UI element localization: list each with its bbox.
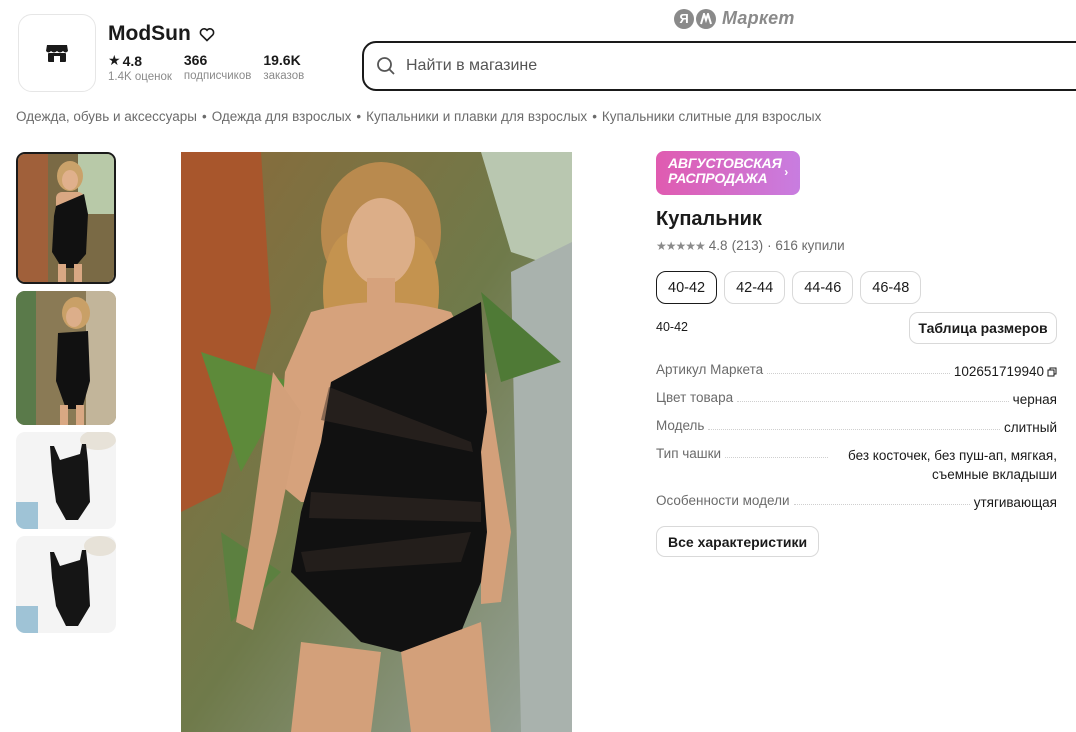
size-option-46-48[interactable]: 46-48	[860, 271, 922, 304]
promo-badge[interactable]: АВГУСТОВСКАЯ РАСПРОДАЖА ›	[656, 151, 800, 195]
spec-key: Цвет товара	[656, 390, 734, 405]
spec-key: Модель	[656, 418, 705, 433]
heart-icon[interactable]	[199, 27, 215, 42]
thumbnail-3-image	[16, 432, 116, 529]
article-number: 102651719940	[953, 364, 1044, 379]
spec-leader	[725, 446, 828, 458]
shop-orders-value: 19.6K	[263, 52, 301, 68]
spec-key: Особенности модели	[656, 493, 790, 508]
thumbnail-4-image	[16, 536, 116, 633]
spec-row: Артикул Маркета 102651719940	[656, 362, 1057, 381]
chevron-right-icon: ›	[784, 165, 788, 179]
thumbnail-1-image	[18, 154, 114, 282]
bought-count: · 616 купили	[767, 238, 845, 253]
spec-row: Тип чашки без косточек, без пуш-ап, мягк…	[656, 446, 1057, 484]
rating-value: 4.8	[708, 238, 728, 253]
breadcrumb-item[interactable]: Купальники и плавки для взрослых	[366, 109, 587, 124]
shop-subscribers-value: 366	[183, 52, 208, 68]
shop-name[interactable]: ModSun	[108, 22, 191, 46]
size-table-button[interactable]: Таблица размеров	[909, 312, 1057, 344]
spec-value: слитный	[1003, 420, 1057, 435]
shop-rating-stat: ★ 4.8 1.4K оценок	[108, 52, 172, 83]
shop-awning-icon	[46, 45, 68, 62]
main-product-photo[interactable]	[181, 152, 572, 732]
product-specs: Артикул Маркета 102651719940 Цвет товара…	[656, 362, 1057, 521]
thumbnail-4[interactable]	[16, 536, 116, 633]
search-input[interactable]: Найти в магазине	[362, 41, 1076, 91]
market-m-icon	[696, 8, 716, 29]
selected-size-label: 40-42	[656, 320, 688, 334]
spec-value: 102651719940	[954, 362, 1057, 381]
shop-subscribers-stat: 366 подписчиков	[184, 52, 251, 83]
star-icon: ★	[108, 52, 121, 68]
product-title: Купальник	[656, 208, 762, 230]
breadcrumb: Одежда, обувь и аксессуары • Одежда для вз…	[16, 109, 821, 124]
main-product-image	[181, 152, 572, 732]
breadcrumb-item[interactable]: Одежда для взрослых	[212, 109, 352, 124]
spec-leader	[767, 362, 950, 374]
spec-value: без косточек, без пуш-ап, мягкая, съемны…	[848, 448, 1057, 482]
spec-value: утягивающая	[973, 495, 1057, 510]
market-ya-icon: Я	[674, 8, 694, 29]
shop-name-row: ModSun	[108, 22, 215, 46]
market-name: Маркет	[722, 8, 795, 28]
product-rating[interactable]: ★★★★★ 4.8 (213) · 616 купили	[656, 238, 845, 253]
search-placeholder: Найти в магазине	[406, 57, 538, 74]
size-selector: 40-42 42-44 44-46 46-48	[656, 271, 922, 304]
promo-line-1: АВГУСТОВСКАЯ	[668, 155, 782, 171]
rating-stars-icon: ★★★★★	[656, 238, 706, 253]
spec-key: Артикул Маркета	[656, 362, 764, 377]
thumbnail-3[interactable]	[16, 432, 116, 529]
copy-icon[interactable]	[1047, 367, 1057, 377]
breadcrumb-item[interactable]: Одежда, обувь и аксессуары	[16, 109, 197, 124]
reviews-count: (213)	[731, 238, 764, 253]
thumbnail-2[interactable]	[16, 291, 116, 425]
shop-orders-label: заказов	[263, 70, 305, 82]
shop-orders-stat: 19.6K заказов	[263, 52, 304, 83]
shop-rating-label: 1.4K оценок	[108, 71, 172, 83]
thumbnail-1[interactable]	[16, 152, 116, 284]
spec-key: Тип чашки	[656, 446, 722, 461]
spec-row: Цвет товара черная	[656, 390, 1057, 409]
shop-stats: ★ 4.8 1.4K оценок 366 подписчиков 19.6K з…	[108, 52, 304, 83]
all-specs-button[interactable]: Все характеристики	[656, 526, 820, 557]
size-option-42-44[interactable]: 42-44	[724, 271, 786, 304]
breadcrumb-separator: •	[592, 109, 597, 124]
spec-leader	[793, 493, 970, 505]
spec-row: Модель слитный	[656, 418, 1057, 437]
breadcrumb-separator: •	[356, 109, 362, 124]
spec-leader	[708, 418, 1000, 430]
size-option-44-46[interactable]: 44-46	[792, 271, 854, 304]
spec-leader	[737, 390, 1009, 402]
shop-rating-value: 4.8	[122, 52, 143, 69]
search-icon	[377, 57, 395, 75]
thumbnail-list	[16, 152, 117, 640]
breadcrumb-separator: •	[201, 109, 207, 124]
breadcrumb-item[interactable]: Купальники слитные для взрослых	[602, 109, 821, 124]
shop-subscribers-label: подписчиков	[183, 70, 252, 82]
market-logo[interactable]: Я Маркет	[674, 8, 795, 29]
spec-value: черная	[1012, 392, 1057, 407]
spec-row: Особенности модели утягивающая	[656, 493, 1057, 512]
size-option-40-42[interactable]: 40-42	[656, 271, 718, 304]
shop-logo[interactable]	[18, 14, 96, 92]
promo-line-2: РАСПРОДАЖА	[668, 170, 768, 186]
thumbnail-2-image	[16, 291, 116, 425]
